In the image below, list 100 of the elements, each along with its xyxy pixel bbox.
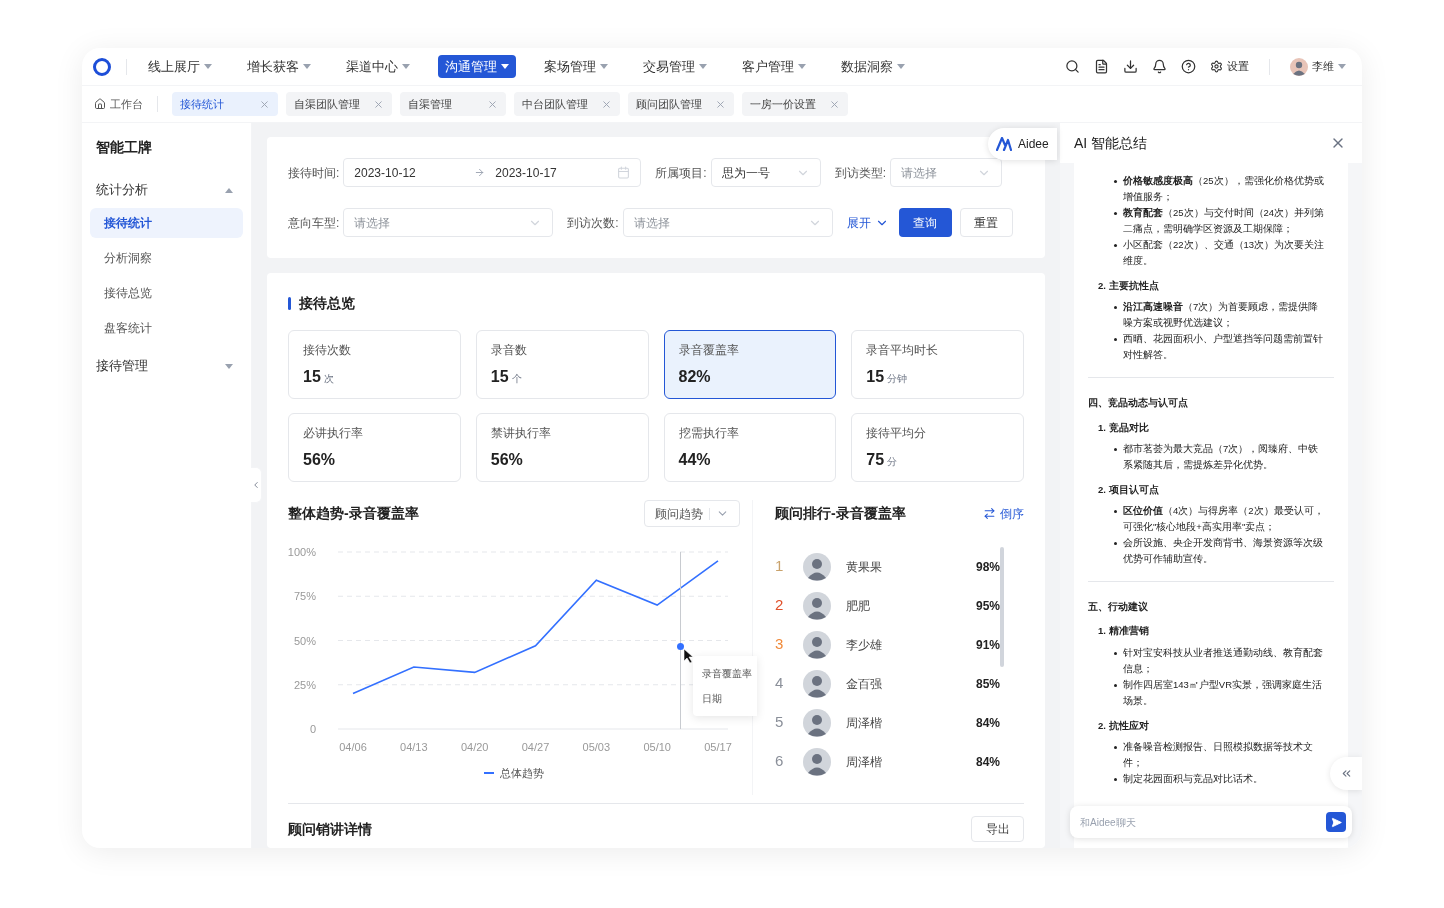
tooltip-label: 日期 (702, 692, 723, 706)
sidebar-item[interactable]: 盘客统计 (90, 313, 243, 343)
close-icon[interactable] (487, 98, 498, 110)
stat-card[interactable]: 录音覆盖率 82% (663, 330, 837, 399)
page-tab[interactable]: 一房一价设置 (742, 92, 848, 116)
scrollbar[interactable] (1000, 547, 1004, 667)
x-tick-label: 05/10 (643, 741, 671, 753)
close-icon[interactable] (601, 98, 612, 110)
expand-link[interactable]: 展开 (846, 213, 889, 232)
nav-menu-item[interactable]: 增长获客 (240, 54, 318, 79)
caret-icon (204, 64, 212, 69)
summary-text: 会所设施、央企开发商背书、海景资源等次级优势可作辅助宣传。 (1123, 536, 1324, 566)
caret-icon (402, 64, 410, 69)
caret-icon (303, 64, 311, 69)
close-icon[interactable] (715, 98, 726, 110)
page-tab[interactable]: 顾问团队管理 (628, 92, 734, 116)
stat-value: 44% (678, 449, 711, 470)
close-icon[interactable] (373, 98, 384, 110)
nav-menu-item[interactable]: 案场管理 (537, 54, 615, 79)
export-button[interactable]: 导出 (971, 816, 1024, 842)
nav-menu-item[interactable]: 渠道中心 (339, 54, 417, 79)
page-tab[interactable]: 自渠团队管理 (286, 92, 392, 116)
trend-dropdown[interactable]: 顾问趋势 (644, 500, 740, 527)
rank-number: 3 (775, 634, 785, 655)
summary-subheading: 1. 竞品对比 (1097, 420, 1150, 435)
advisor-name: 黄果果 (846, 558, 883, 576)
sort-button[interactable]: 倒序 (983, 504, 1024, 523)
nav-menu-item[interactable]: 沟通管理 (438, 54, 516, 79)
advisor-name: 肥肥 (846, 597, 871, 615)
advisor-name: 李少雄 (846, 636, 883, 654)
stat-unit: 次 (323, 371, 334, 386)
summary-text: 区位价值（4次）与得房率（2次）最受认可，可强化"核心地段+高实用率"卖点； (1123, 504, 1325, 534)
page-tab[interactable]: 中台团队管理 (514, 92, 620, 116)
caret-icon (699, 64, 707, 69)
nav-menu-item[interactable]: 客户管理 (735, 54, 813, 79)
nav-menu-item[interactable]: 数据洞察 (834, 54, 912, 79)
nav-menu-item[interactable]: 线上展厅 (141, 54, 219, 79)
rank-number: 1 (775, 556, 785, 577)
nav-menu-item[interactable]: 交易管理 (636, 54, 714, 79)
sidebar-item[interactable]: 分析洞察 (90, 243, 243, 273)
date-range-field[interactable]: 2023-10-12 2023-10-17 (343, 158, 642, 187)
stat-card[interactable]: 录音数 15 个 (475, 330, 649, 399)
stat-unit: 个 (511, 371, 522, 386)
avatar (803, 669, 831, 698)
sidebar-group[interactable]: 接待管理 (90, 348, 243, 384)
stat-card[interactable]: 接待次数 15 次 (288, 330, 461, 399)
coverage-value: 84% (975, 753, 1000, 771)
x-tick-label: 05/03 (582, 741, 611, 753)
stat-label: 接待平均分 (866, 424, 928, 442)
x-tick-label: 04/20 (460, 741, 489, 753)
filter-label: 接待时间: (288, 164, 340, 182)
document-icon[interactable] (1094, 59, 1109, 74)
aidee-badge[interactable]: Aidee (988, 128, 1057, 160)
advisor-name: 周泽楷 (846, 753, 883, 771)
stat-card[interactable]: 禁讲执行率 56% (475, 413, 649, 482)
sidebar-item[interactable]: 接待总览 (90, 278, 243, 308)
search-icon[interactable] (1065, 59, 1080, 74)
caret-icon (798, 64, 806, 69)
stat-value: 15 (866, 366, 885, 387)
sidebar-item[interactable]: 接待统计 (90, 208, 243, 238)
section-title: 接待总览 (299, 294, 355, 313)
settings-button[interactable]: 设置 (1210, 58, 1249, 75)
page-tab[interactable]: 接待统计 (172, 92, 278, 116)
coverage-value: 91% (975, 636, 1000, 654)
page-tab[interactable]: 自渠管理 (400, 92, 506, 116)
close-icon[interactable] (259, 98, 270, 110)
stat-card[interactable]: 接待平均分 75 分 (851, 413, 1024, 482)
stat-label: 禁讲执行率 (490, 424, 552, 442)
select-field[interactable]: 思为一号 (710, 158, 821, 187)
arrow-right-icon (474, 167, 486, 178)
legend-swatch (484, 772, 494, 775)
stat-card[interactable]: 挖需执行率 44% (663, 413, 837, 482)
stat-label: 录音数 (490, 341, 528, 359)
x-tick-label: 05/17 (704, 741, 732, 753)
summary-text: 制作四居室143㎡户型VR实景，强调家庭生活场景。 (1123, 677, 1324, 708)
summary-subheading: 2. 抗性应对 (1097, 718, 1150, 733)
stat-label: 挖需执行率 (678, 424, 740, 442)
advisor-name: 周泽楷 (846, 714, 883, 732)
summary-subheading: 1. 精准营销 (1097, 624, 1150, 639)
stat-label: 录音覆盖率 (678, 341, 740, 359)
caret-icon (600, 64, 608, 69)
stat-card[interactable]: 录音平均时长 15 分钟 (851, 330, 1024, 399)
chevron-left-icon (251, 480, 261, 490)
home-tab[interactable]: 工作台 (94, 95, 143, 113)
stat-value: 75 (866, 449, 885, 470)
section-marker (288, 297, 291, 310)
download-icon[interactable] (1123, 59, 1138, 74)
send-button[interactable] (1326, 812, 1346, 832)
user-menu[interactable]: 李维 (1290, 57, 1346, 76)
filter-label: 意向车型: (288, 214, 340, 232)
reset-button[interactable]: 重置 (959, 208, 1013, 237)
close-icon[interactable] (829, 98, 840, 110)
query-button[interactable]: 查询 (898, 208, 952, 237)
sidebar-group[interactable]: 统计分析 (90, 172, 243, 208)
help-icon[interactable] (1181, 59, 1196, 74)
summary-text: 都市茗荟为最大竞品（7次），阅臻府、中铁系紧随其后，需提炼差异化优势。 (1123, 441, 1320, 472)
stat-card[interactable]: 必讲执行率 56% (288, 413, 461, 482)
x-tick-label: 04/13 (400, 741, 428, 753)
bell-icon[interactable] (1152, 59, 1167, 74)
home-icon (94, 98, 106, 110)
